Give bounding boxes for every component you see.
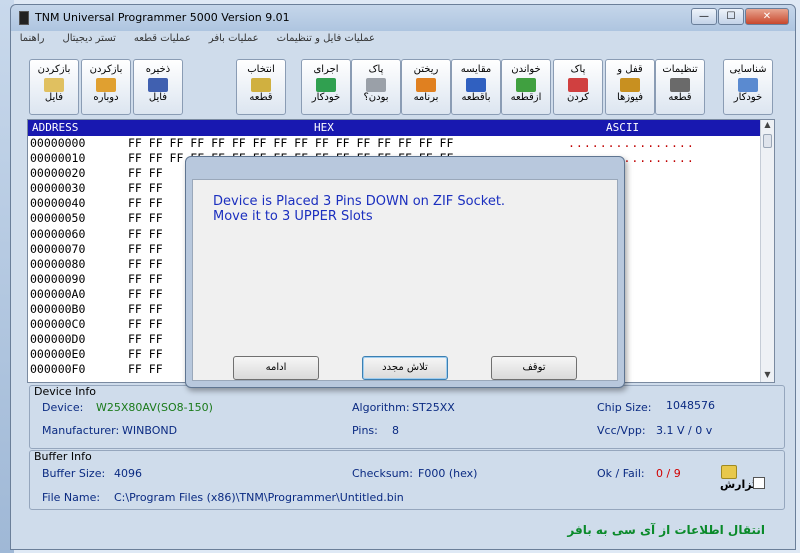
vcc-vpp-label: Vcc/Vpp: bbox=[597, 424, 646, 437]
auto-run-button[interactable]: اجرای خودکار bbox=[301, 59, 351, 115]
scroll-thumb[interactable] bbox=[763, 134, 772, 148]
report-checkbox[interactable] bbox=[753, 477, 765, 489]
address-column-header: ADDRESS bbox=[32, 121, 79, 134]
buffer-size-label: Buffer Size: bbox=[42, 467, 106, 480]
hex-grid-header: ADDRESS HEX ASCII bbox=[28, 120, 774, 136]
hex-column-header: HEX bbox=[314, 121, 334, 134]
continue-button[interactable]: ادامه bbox=[233, 356, 319, 380]
save-file-button[interactable]: ذخیره فایل bbox=[133, 59, 183, 115]
ok-fail-value: 0 / 9 bbox=[656, 467, 681, 480]
retry-button[interactable]: تلاش مجدد bbox=[362, 356, 448, 380]
lock-icon bbox=[620, 78, 640, 92]
reopen-file-button[interactable]: بازکردن دوباره bbox=[81, 59, 131, 115]
pins-label: Pins: bbox=[352, 424, 378, 437]
menu-bar: عملیات فایل و تنظیمات عملیات بافر عملیات… bbox=[11, 33, 795, 53]
auto-run-icon bbox=[316, 78, 336, 92]
stop-button[interactable]: توقف bbox=[491, 356, 577, 380]
buffer-info-title: Buffer Info bbox=[34, 450, 92, 463]
menu-device[interactable]: عملیات قطعه bbox=[134, 33, 191, 53]
toolbar: شناسایی خودکار تنظیمات قطعه قفل و فیوزها… bbox=[11, 55, 795, 121]
ok-fail-label: Ok / Fail: bbox=[597, 467, 645, 480]
compare-icon bbox=[466, 78, 486, 92]
program-button[interactable]: ریختن برنامه bbox=[401, 59, 451, 115]
chip-search-icon bbox=[738, 78, 758, 92]
file-name-value: C:\Program Files (x86)\TNM\Programmer\Un… bbox=[114, 491, 404, 504]
pin-placement-dialog: Device is Placed 3 Pins DOWN on ZIF Sock… bbox=[185, 156, 625, 388]
dialog-body: Device is Placed 3 Pins DOWN on ZIF Sock… bbox=[192, 179, 618, 381]
buffer-size-value: 4096 bbox=[114, 467, 142, 480]
menu-buffer[interactable]: عملیات بافر bbox=[209, 33, 259, 53]
menu-help[interactable]: راهنما bbox=[20, 33, 45, 53]
blank-check-icon bbox=[366, 78, 386, 92]
select-device-button[interactable]: انتخاب قطعه bbox=[236, 59, 286, 115]
read-chip-icon bbox=[516, 78, 536, 92]
title-bar[interactable]: TNM Universal Programmer 5000 Version 9.… bbox=[11, 5, 795, 31]
save-file-icon bbox=[148, 78, 168, 92]
device-info-title: Device Info bbox=[34, 385, 96, 398]
menu-digital-tester[interactable]: تستر دیجیتال bbox=[62, 33, 115, 53]
checksum-value: F000 (hex) bbox=[418, 467, 478, 480]
close-button[interactable]: ✕ bbox=[745, 8, 789, 25]
vertical-scrollbar[interactable]: ▲ ▼ bbox=[760, 120, 774, 382]
ascii-column-header: ASCII bbox=[606, 121, 640, 134]
algorithm-label: Algorithm: bbox=[352, 401, 410, 414]
verify-button[interactable]: مقایسه باقطعه bbox=[451, 59, 501, 115]
maximize-button[interactable]: ☐ bbox=[718, 8, 744, 25]
minimize-button[interactable]: — bbox=[691, 8, 717, 25]
program-chip-icon bbox=[416, 78, 436, 92]
notepad-icon bbox=[721, 465, 737, 479]
device-settings-button[interactable]: تنظیمات قطعه bbox=[655, 59, 705, 115]
reopen-file-icon bbox=[96, 78, 116, 92]
lock-fuses-button[interactable]: قفل و فیوزها bbox=[605, 59, 655, 115]
algorithm-value: ST25XX bbox=[412, 401, 455, 414]
erase-button[interactable]: پاک کردن bbox=[553, 59, 603, 115]
device-label: Device: bbox=[42, 401, 84, 414]
table-row[interactable]: 00000000 FF FF FF FF FF FF FF FF FF FF FF… bbox=[28, 136, 774, 151]
vcc-vpp-value: 3.1 V / 0 v bbox=[656, 424, 713, 437]
chip-settings-icon bbox=[670, 78, 690, 92]
open-file-icon bbox=[44, 78, 64, 92]
scroll-down-icon[interactable]: ▼ bbox=[761, 370, 774, 382]
eraser-icon bbox=[568, 78, 588, 92]
pins-value: 8 bbox=[392, 424, 399, 437]
scroll-up-icon[interactable]: ▲ bbox=[761, 120, 774, 132]
chip-size-label: Chip Size: bbox=[597, 401, 652, 414]
manufacturer-label: Manufacturer: bbox=[42, 424, 120, 437]
file-name-label: File Name: bbox=[42, 491, 101, 504]
buffer-info-panel: Buffer Info Buffer Size: 4096 File Name:… bbox=[29, 450, 785, 510]
blank-check-button[interactable]: پاک بودن؟ bbox=[351, 59, 401, 115]
checksum-label: Checksum: bbox=[352, 467, 413, 480]
menu-file-settings[interactable]: عملیات فایل و تنظیمات bbox=[277, 33, 375, 53]
window-title: TNM Universal Programmer 5000 Version 9.… bbox=[35, 11, 290, 24]
chip-size-value: 1048576 bbox=[666, 399, 715, 412]
app-icon bbox=[19, 11, 29, 25]
dialog-message: Device is Placed 3 Pins DOWN on ZIF Sock… bbox=[213, 194, 505, 224]
dialog-message-line2: Move it to 3 UPPER Slots bbox=[213, 209, 373, 224]
read-chip-button[interactable]: خواندن ازقطعه bbox=[501, 59, 551, 115]
device-value: W25X80AV(SO8-150) bbox=[96, 401, 213, 414]
dialog-message-line1: Device is Placed 3 Pins DOWN on ZIF Sock… bbox=[213, 194, 506, 209]
auto-detect-button[interactable]: شناسایی خودکار bbox=[723, 59, 773, 115]
open-file-button[interactable]: بازکردن فایل bbox=[29, 59, 79, 115]
manufacturer-value: WINBOND bbox=[122, 424, 178, 437]
device-info-panel: Device Info Device: W25X80AV(SO8-150) Ma… bbox=[29, 385, 785, 449]
select-chip-icon bbox=[251, 78, 271, 92]
status-message: انتقال اطلاعات از آی سی به بافر bbox=[567, 523, 765, 537]
